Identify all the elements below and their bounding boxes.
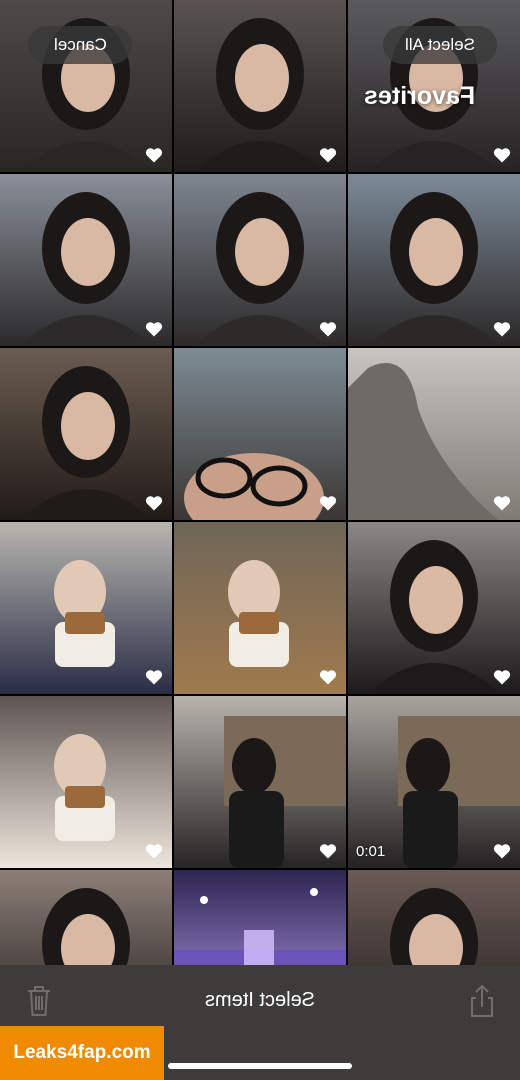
photo-grid: 0:01	[0, 0, 520, 965]
photo-tile[interactable]	[348, 348, 520, 520]
photo-tile[interactable]	[0, 348, 172, 520]
favorite-heart-icon	[145, 148, 163, 163]
photo-tile[interactable]	[174, 696, 346, 868]
favorite-heart-icon	[319, 148, 337, 163]
favorite-heart-icon	[493, 670, 511, 685]
favorite-heart-icon	[319, 670, 337, 685]
photo-tile[interactable]	[174, 174, 346, 346]
photo-thumbnail	[174, 870, 346, 965]
photo-tile[interactable]	[174, 870, 346, 965]
select-items-label: Select Items	[204, 989, 316, 1011]
watermark-banner: Leaks4fap.com	[0, 1026, 164, 1080]
photo-tile[interactable]	[348, 174, 520, 346]
favorite-heart-icon	[493, 148, 511, 163]
favorite-heart-icon	[145, 496, 163, 511]
cancel-label: Cancel	[53, 35, 107, 54]
favorite-heart-icon	[493, 322, 511, 337]
photo-tile[interactable]	[0, 870, 172, 965]
photo-tile[interactable]	[174, 522, 346, 694]
favorite-heart-icon	[319, 844, 337, 859]
favorite-heart-icon	[145, 322, 163, 337]
video-duration: 0:01	[356, 843, 386, 860]
favorite-heart-icon	[319, 322, 337, 337]
favorite-heart-icon	[493, 496, 511, 511]
photo-thumbnail	[348, 870, 520, 965]
watermark-text: Leaks4fap.com	[13, 1042, 151, 1063]
photo-tile[interactable]: 0:01	[348, 696, 520, 868]
favorite-heart-icon	[493, 844, 511, 859]
photo-tile[interactable]	[0, 174, 172, 346]
photo-tile[interactable]	[348, 870, 520, 965]
select-all-label: Select All	[405, 35, 475, 54]
photo-tile[interactable]	[0, 696, 172, 868]
photo-tile[interactable]	[0, 522, 172, 694]
favorite-heart-icon	[145, 670, 163, 685]
select-all-button[interactable]: Select All	[383, 26, 497, 64]
home-indicator[interactable]	[168, 1063, 352, 1069]
album-title: Favorites	[364, 82, 476, 110]
photo-tile[interactable]	[174, 0, 346, 172]
favorite-heart-icon	[145, 844, 163, 859]
favorite-heart-icon	[319, 496, 337, 511]
cancel-button[interactable]: Cancel	[28, 26, 132, 64]
photo-thumbnail	[0, 870, 172, 965]
share-icon[interactable]	[467, 983, 497, 1019]
photo-tile[interactable]	[174, 348, 346, 520]
photo-tile[interactable]	[348, 522, 520, 694]
